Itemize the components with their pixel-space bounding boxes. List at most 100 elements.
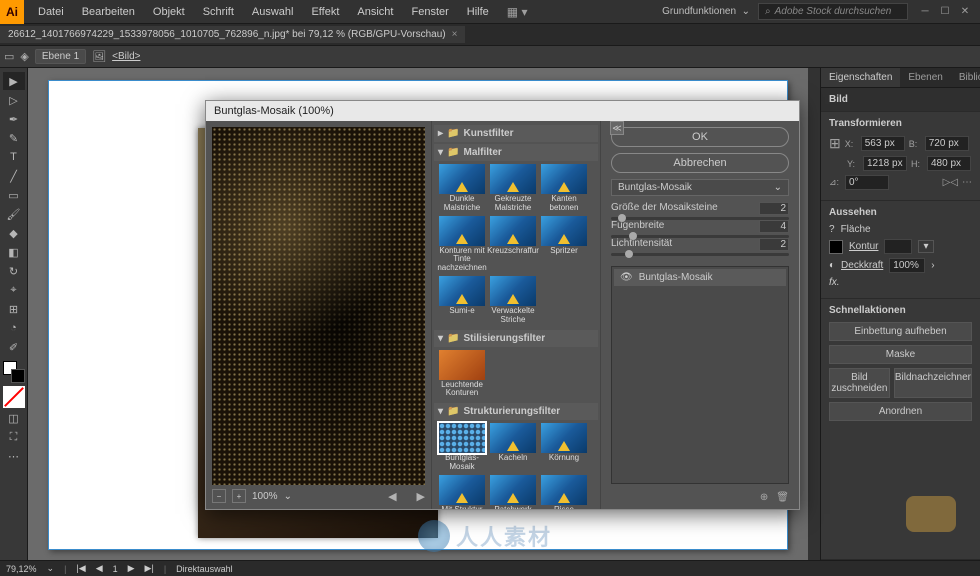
filter-thumb[interactable]: Konturen mit Tinte nachzeichnen: [438, 216, 486, 273]
minimize-button[interactable]: ─: [916, 6, 934, 17]
cancel-button[interactable]: Abbrechen: [611, 153, 789, 173]
opacity-input[interactable]: [889, 258, 925, 273]
layer-indicator[interactable]: Ebene 1: [35, 49, 86, 64]
type-tool[interactable]: T: [3, 148, 25, 166]
y-input[interactable]: [863, 156, 907, 171]
slider-value[interactable]: 2: [759, 238, 789, 251]
mask-button[interactable]: Maske: [829, 345, 972, 364]
stroke-style[interactable]: ▾: [918, 240, 933, 253]
reference-point-icon[interactable]: ⊞: [829, 135, 841, 152]
cat-stilisierungsfilter[interactable]: ▾📁Stilisierungsfilter: [434, 330, 598, 347]
opacity-label[interactable]: Deckkraft: [841, 260, 883, 271]
stroke-label[interactable]: Kontur: [849, 241, 878, 252]
fill-stroke-swatch[interactable]: [3, 361, 25, 383]
target-icon[interactable]: ◈: [20, 50, 28, 63]
menu-fenster[interactable]: Fenster: [403, 2, 456, 22]
no-fill-icon[interactable]: [3, 386, 25, 408]
x-input[interactable]: [861, 136, 905, 151]
filter-thumb[interactable]: Verwackelte Striche: [489, 276, 537, 325]
pen-tool[interactable]: ✒: [3, 110, 25, 128]
stroke-swatch[interactable]: [829, 240, 843, 254]
slider-value[interactable]: 2: [759, 202, 789, 215]
cat-malfilter[interactable]: ▾📁Malfilter: [434, 144, 598, 161]
effect-layer-item[interactable]: 👁 Buntglas-Mosaik: [614, 269, 786, 286]
rectangle-tool[interactable]: ▭: [3, 186, 25, 204]
filter-thumb[interactable]: Körnung: [540, 423, 588, 472]
crop-button[interactable]: Bild zuschneiden: [829, 368, 890, 398]
filter-thumb[interactable]: Risse: [540, 475, 588, 509]
filter-category-list[interactable]: ▸📁Kunstfilter ▾📁Malfilter Dunkle Malstri…: [431, 121, 601, 509]
new-effect-layer-icon[interactable]: ⊕: [760, 492, 768, 503]
more-options-icon[interactable]: ⋯: [962, 177, 972, 188]
zoom-level[interactable]: 79,12%: [6, 564, 37, 574]
tab-ebenen[interactable]: Ebenen: [900, 68, 950, 87]
flip-h-icon[interactable]: ▷◁: [943, 177, 958, 188]
edit-toolbar[interactable]: ⋯: [3, 447, 25, 465]
filter-thumb[interactable]: Kanten betonen: [540, 164, 588, 213]
eyedropper-tool[interactable]: ✐: [3, 338, 25, 356]
h-input[interactable]: [927, 156, 971, 171]
nav-prev-icon[interactable]: |◀: [76, 563, 85, 574]
direct-selection-tool[interactable]: ▷: [3, 91, 25, 109]
nav-back-icon[interactable]: ◀: [96, 563, 103, 574]
free-transform-tool[interactable]: ⊞: [3, 300, 25, 318]
tab-eigenschaften[interactable]: Eigenschaften: [821, 68, 900, 87]
shape-builder-tool[interactable]: ◔: [3, 319, 25, 337]
stock-search[interactable]: ⌕ Adobe Stock durchsuchen: [758, 3, 908, 20]
tab-bibliotheken[interactable]: Bibliotheken: [951, 68, 980, 87]
filter-preview-image[interactable]: [212, 127, 425, 485]
slider-track[interactable]: [611, 235, 789, 238]
prev-arrow-icon[interactable]: ◀: [388, 490, 396, 503]
fill-help-icon[interactable]: ?: [829, 224, 835, 235]
slider-track[interactable]: [611, 253, 789, 256]
menu-schrift[interactable]: Schrift: [195, 2, 242, 22]
workspace-switcher[interactable]: Grundfunktionen ⌄: [662, 6, 750, 17]
close-tab-icon[interactable]: ×: [452, 29, 458, 40]
next-arrow-icon[interactable]: ▶: [417, 490, 425, 503]
shaper-tool[interactable]: ◆: [3, 224, 25, 242]
menu-objekt[interactable]: Objekt: [145, 2, 193, 22]
angle-input[interactable]: [845, 175, 889, 190]
link-label[interactable]: <Bild>: [112, 51, 140, 62]
filter-thumb[interactable]: Dunkle Malstriche: [438, 164, 486, 213]
filter-thumb[interactable]: Kreuzschraffur: [489, 216, 537, 273]
filter-thumb[interactable]: Mit Struktur versehen: [438, 475, 486, 509]
draw-mode[interactable]: ◫: [3, 409, 25, 427]
unembed-button[interactable]: Einbettung aufheben: [829, 322, 972, 341]
preview-zoom[interactable]: 100%: [252, 491, 278, 502]
maximize-button[interactable]: ☐: [936, 6, 954, 17]
zoom-in-button[interactable]: +: [232, 489, 246, 503]
slider-track[interactable]: [611, 217, 789, 220]
fx-icon[interactable]: fx.: [829, 277, 840, 288]
delete-effect-layer-icon[interactable]: 🗑: [776, 492, 789, 503]
ok-button[interactable]: OK: [611, 127, 789, 147]
menu-effekt[interactable]: Effekt: [303, 2, 347, 22]
filter-thumb[interactable]: Gekreuzte Malstriche: [489, 164, 537, 213]
visibility-eye-icon[interactable]: 👁: [620, 272, 633, 283]
layout-icon[interactable]: ▦ ▾: [507, 5, 528, 19]
zoom-out-button[interactable]: −: [212, 489, 226, 503]
line-tool[interactable]: ╱: [3, 167, 25, 185]
w-input[interactable]: [925, 136, 969, 151]
filter-thumb[interactable]: Kacheln: [489, 423, 537, 472]
rotate-tool[interactable]: ↻: [3, 262, 25, 280]
filter-thumb[interactable]: Leuchtende Konturen: [438, 350, 486, 399]
selection-tool[interactable]: ▶: [3, 72, 25, 90]
brush-tool[interactable]: 🖌: [3, 205, 25, 223]
stroke-weight[interactable]: [884, 239, 912, 254]
filter-thumb[interactable]: Patchwork: [489, 475, 537, 509]
menu-datei[interactable]: Datei: [30, 2, 72, 22]
curvature-tool[interactable]: ✎: [3, 129, 25, 147]
menu-hilfe[interactable]: Hilfe: [459, 2, 497, 22]
menu-ansicht[interactable]: Ansicht: [349, 2, 401, 22]
cat-kunstfilter[interactable]: ▸📁Kunstfilter: [434, 125, 598, 142]
trace-button[interactable]: Bildnachzeichner: [894, 368, 972, 398]
menu-bearbeiten[interactable]: Bearbeiten: [74, 2, 143, 22]
arrange-button[interactable]: Anordnen: [829, 402, 972, 421]
width-tool[interactable]: ⌖: [3, 281, 25, 299]
document-tab[interactable]: 26612_1401766974229_1533978056_1010705_7…: [0, 26, 465, 43]
nav-next-icon[interactable]: ▶|: [145, 563, 154, 574]
filter-select[interactable]: Buntglas-Mosaik⌄: [611, 179, 789, 196]
filter-thumb[interactable]: Spritzer: [540, 216, 588, 273]
filter-thumb[interactable]: Sumi-e: [438, 276, 486, 325]
